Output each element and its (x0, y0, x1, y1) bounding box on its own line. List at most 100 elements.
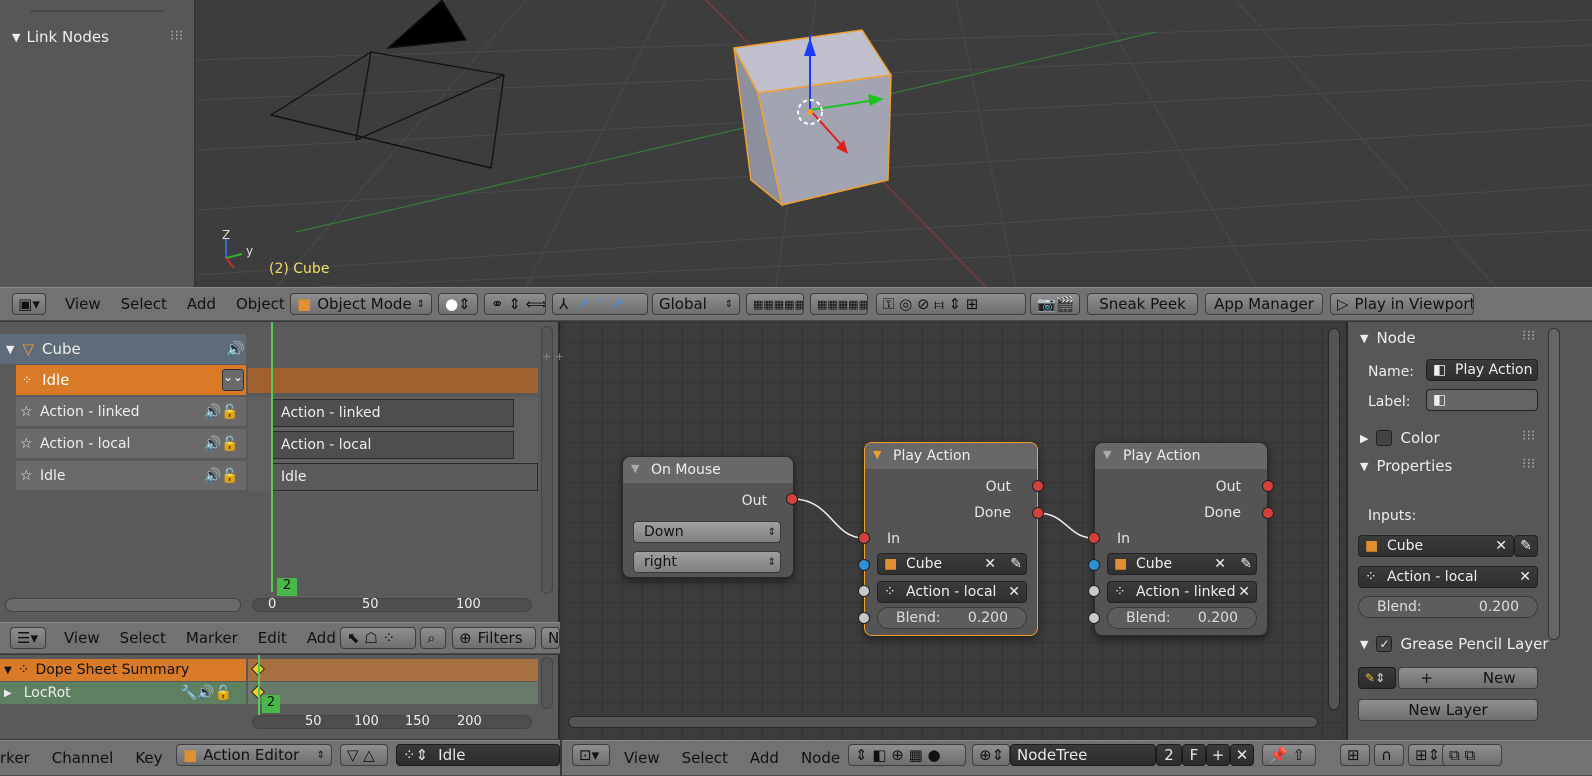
eyedropper-icon[interactable]: ✎ (1240, 556, 1252, 572)
nla-object-row[interactable]: ▼ ▽ Cube 🔊 (0, 334, 246, 364)
in-socket[interactable] (858, 532, 870, 544)
clear-x-icon[interactable]: ✕ (1519, 569, 1531, 585)
menu-marker[interactable]: Marker (186, 629, 238, 647)
users-count[interactable]: 2 (1156, 744, 1182, 766)
filters-button[interactable]: ⊕ Filters (452, 627, 536, 649)
snap-button[interactable]: ∩ (1374, 744, 1404, 766)
drag-handle-icon[interactable]: ⁝⁝⁝ (1522, 328, 1535, 344)
color-panel-header[interactable]: ▶ Color (1360, 426, 1540, 450)
in-socket[interactable] (1088, 532, 1100, 544)
pivot-dropdown[interactable]: ⚭ ⇕ ⟺ (484, 293, 546, 315)
clear-x-icon[interactable]: ✕ (1214, 556, 1226, 572)
blend-socket[interactable] (1088, 612, 1100, 624)
mute-lock-icons[interactable]: 🔊🔓 (204, 468, 239, 484)
play-action-node-active[interactable]: ▼ Play Action Out Done In ■ Cube ✕ ✎ ⁘ Action… (864, 442, 1038, 636)
manipulator-buttons[interactable]: ⅄ ↗ ◜ ↗ (552, 293, 648, 315)
search-button[interactable]: ⌕ (420, 627, 446, 649)
blend-slider[interactable]: Blend: 0.200 (1358, 596, 1538, 618)
eyedropper-icon[interactable]: ✎ (1010, 556, 1022, 572)
menu-select[interactable]: Select (682, 749, 728, 767)
action-field[interactable]: ⁘ Action - local ✕ (877, 581, 1027, 603)
pin-button[interactable]: 📌 ⇧ (1262, 744, 1316, 766)
render-buttons[interactable]: 📷 🎬 (1030, 293, 1080, 315)
link-nodes-panel-header[interactable]: ▼ Link Nodes (12, 28, 109, 46)
nla-strip[interactable]: Action - linked (272, 399, 514, 427)
menu-add[interactable]: Add (307, 629, 336, 647)
channel-icons[interactable]: 🔧🔊🔓 (180, 685, 232, 701)
out-socket[interactable] (786, 493, 798, 505)
nla-strip[interactable]: Action - local (272, 431, 514, 459)
menu-view[interactable]: View (65, 295, 101, 313)
dopesheet-hscrollbar[interactable] (252, 715, 532, 729)
menu-channel[interactable]: Channel (52, 749, 114, 767)
editor-type-button[interactable]: ▣ ▾ (12, 293, 46, 315)
object-socket[interactable] (858, 559, 870, 571)
fake-user-button[interactable]: F (1182, 744, 1206, 766)
clear-x-icon[interactable]: ✕ (1008, 584, 1020, 600)
snap-tools[interactable]: ⚿ ◎ ⊘ ⧦ ⇕ ⊞ (876, 293, 1026, 315)
out-socket[interactable] (1032, 480, 1044, 492)
menu-object[interactable]: Object (236, 295, 285, 313)
dopesheet-mode-dropdown[interactable]: ■ Action Editor ⇕ (176, 744, 332, 766)
clear-x-icon[interactable]: ✕ (1495, 538, 1507, 554)
sidebar-vscrollbar[interactable] (1548, 328, 1560, 640)
done-socket[interactable] (1262, 507, 1274, 519)
action-socket[interactable] (858, 585, 870, 597)
action-selector[interactable]: ⁘⇕ Idle (396, 744, 560, 766)
event-dropdown[interactable]: Down ⇕ (633, 521, 781, 543)
copy-paste-buttons[interactable]: ⧉ ⧉ (1442, 744, 1502, 766)
sneak-peek-button[interactable]: Sneak Peek (1087, 293, 1198, 315)
clear-x-icon[interactable]: ✕ (1238, 584, 1250, 600)
nla-active-track[interactable]: ⁘ Idle ⌄⌄ (16, 365, 246, 395)
nla-vscrollbar[interactable] (541, 326, 553, 594)
blend-slider[interactable]: Blend: 0.200 (877, 607, 1027, 629)
menu-edit[interactable]: Edit (258, 629, 287, 647)
menu-node[interactable]: Node (801, 749, 840, 767)
drag-handle-icon[interactable]: ⁝⁝⁝ (1522, 456, 1535, 472)
close-icon[interactable]: ✕ (1230, 744, 1254, 766)
object-field[interactable]: ■ Cube ✕ ✎ (1107, 553, 1257, 575)
nla-hscrollbar[interactable] (252, 598, 532, 612)
dopesheet-summary-row[interactable]: ▼ ⁘ Dope Sheet Summary (0, 659, 246, 681)
truncated-button[interactable]: N (541, 627, 560, 649)
node-editor[interactable]: + + ▼ On Mouse Out Down ⇕ right ⇕ ▼ Play Act… (542, 322, 1342, 740)
backdrop-button[interactable]: ⊞ (1340, 744, 1370, 766)
playhead-line[interactable] (271, 322, 273, 592)
drag-handle-icon[interactable]: ⁝⁝⁝ (1522, 428, 1535, 444)
shading-dropdown[interactable]: ● ⇕ (438, 293, 478, 315)
input-object-field[interactable]: ■ Cube ✕ (1358, 535, 1514, 557)
node-header[interactable]: ▼ Play Action (1095, 443, 1267, 469)
mute-lock-icons[interactable]: 🔊🔓 (204, 436, 239, 452)
node-tree-field[interactable]: NodeTree (1010, 744, 1156, 766)
out-socket[interactable] (1262, 480, 1274, 492)
menu-key[interactable]: Key (135, 749, 162, 767)
new-layer-button[interactable]: New Layer (1358, 699, 1538, 721)
object-field[interactable]: ■ Cube ✕ ✎ (877, 553, 1027, 575)
nla-track-row[interactable]: ☆ Action - local 🔊🔓 (16, 429, 246, 459)
name-field[interactable]: ◧ Play Action (1426, 359, 1538, 381)
nla-track-row[interactable]: ☆ Action - linked 🔊🔓 (16, 397, 246, 427)
label-field[interactable]: ◧ (1426, 389, 1538, 411)
orientation-dropdown[interactable]: Global ⇕ (652, 293, 740, 315)
grease-pencil-checkbox[interactable]: ✓ (1376, 636, 1393, 652)
grease-pencil-panel-header[interactable]: ▼ ✓ Grease Pencil Layer (1360, 632, 1552, 656)
color-checkbox[interactable] (1376, 430, 1393, 446)
input-action-field[interactable]: ⁘ Action - local ✕ (1358, 566, 1538, 588)
add-icon[interactable]: + (1206, 744, 1230, 766)
dopesheet-channel-row[interactable]: ▶ LocRot 🔧🔊🔓 (0, 682, 246, 704)
done-socket[interactable] (1032, 507, 1044, 519)
nla-strip[interactable]: Idle (272, 463, 538, 491)
speaker-icon[interactable]: 🔊 (226, 340, 245, 358)
pencil-dropdown[interactable]: ✎ ⇕ (1358, 667, 1396, 689)
menu-add[interactable]: Add (187, 295, 216, 313)
on-mouse-node[interactable]: ▼ On Mouse Out Down ⇕ right ⇕ (622, 456, 794, 578)
filter-toggle-buttons[interactable]: ⬉ ☖ ⁘ (340, 627, 416, 649)
push-down-icon[interactable]: ⌄⌄ (222, 369, 244, 391)
clear-x-icon[interactable]: ✕ (984, 556, 996, 572)
area-split-icon[interactable]: + + (542, 350, 564, 363)
eyedropper-button[interactable]: ✎ (1514, 535, 1538, 557)
drag-handle-icon[interactable]: ⁝⁝⁝ (170, 28, 183, 44)
node-header[interactable]: ▼ Play Action (865, 443, 1037, 469)
active-track-strip[interactable] (248, 368, 538, 393)
menu-marker[interactable]: rker (0, 749, 30, 767)
